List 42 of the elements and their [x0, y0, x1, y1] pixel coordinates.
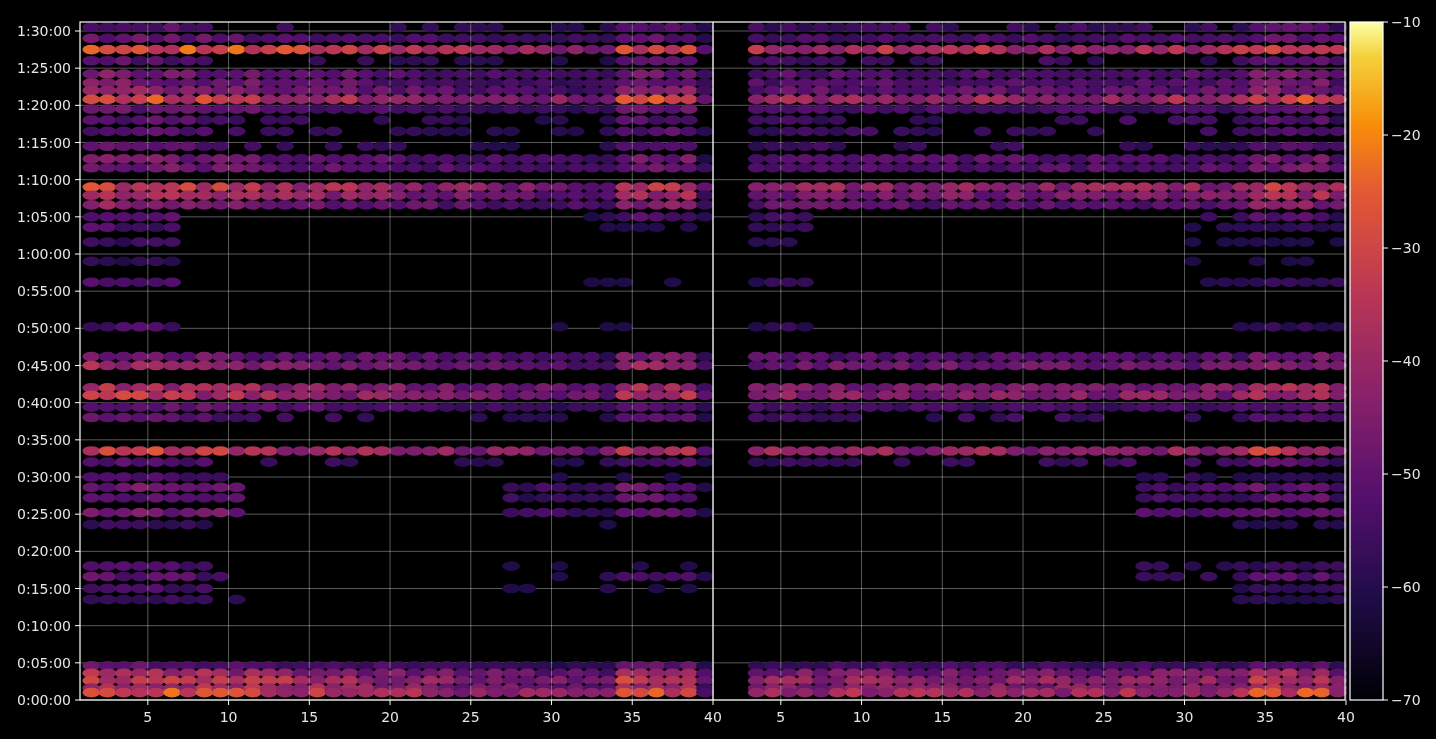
y-tick-label: 0:40:00	[17, 394, 71, 411]
x-tick-label: 10	[852, 709, 871, 725]
y-tick-label: 0:00:00	[17, 692, 71, 708]
y-tick-label: 0:55:00	[17, 283, 71, 300]
x-tick-label: 30	[1175, 709, 1194, 725]
y-tick-label: 0:15:00	[17, 580, 71, 597]
x-tick-label: 5	[776, 709, 786, 725]
x-tick-label: 20	[381, 709, 399, 725]
x-tick-label: 35	[1256, 709, 1275, 725]
y-tick-label: 0:10:00	[17, 617, 71, 634]
y-tick-label: 1:05:00	[17, 208, 71, 225]
x-tick-label: 5	[143, 709, 153, 725]
x-tick-label: 20	[1014, 709, 1032, 725]
colorbar-tick-label: −50	[1391, 466, 1421, 482]
colorbar-tick-label: −40	[1391, 353, 1421, 369]
colorbar-tick-label: −70	[1391, 692, 1421, 708]
x-tick-label: 15	[300, 709, 319, 725]
colorbar-tick-label: −20	[1391, 127, 1421, 143]
x-tick-label: 10	[219, 709, 238, 725]
x-tick-label: 35	[623, 709, 642, 725]
colorbar-tick-label: −60	[1391, 579, 1421, 595]
y-tick-label: 1:25:00	[17, 60, 71, 77]
y-tick-label: 1:10:00	[17, 171, 71, 188]
y-tick-label: 1:20:00	[17, 97, 71, 114]
x-tick-label: 40	[1337, 709, 1355, 725]
x-tick-label: 25	[461, 709, 480, 725]
y-tick-label: 0:05:00	[17, 654, 71, 671]
y-tick-label: 1:15:00	[17, 134, 71, 151]
y-tick-label: 0:25:00	[17, 506, 71, 523]
x-tick-label: 40	[704, 709, 722, 725]
colorbar-tick-label: −30	[1391, 240, 1421, 256]
colorbar-tick-label: −10	[1391, 14, 1421, 30]
y-tick-label: 0:20:00	[17, 543, 71, 560]
y-tick-label: 0:35:00	[17, 431, 71, 448]
y-tick-label: 1:00:00	[17, 246, 71, 262]
y-tick-label: 1:30:00	[17, 23, 71, 39]
x-tick-label: 30	[542, 709, 561, 725]
y-tick-label: 0:30:00	[17, 469, 71, 485]
y-tick-label: 0:50:00	[17, 320, 71, 337]
x-tick-label: 15	[933, 709, 952, 725]
x-tick-label: 25	[1094, 709, 1113, 725]
y-tick-label: 0:45:00	[17, 357, 71, 374]
